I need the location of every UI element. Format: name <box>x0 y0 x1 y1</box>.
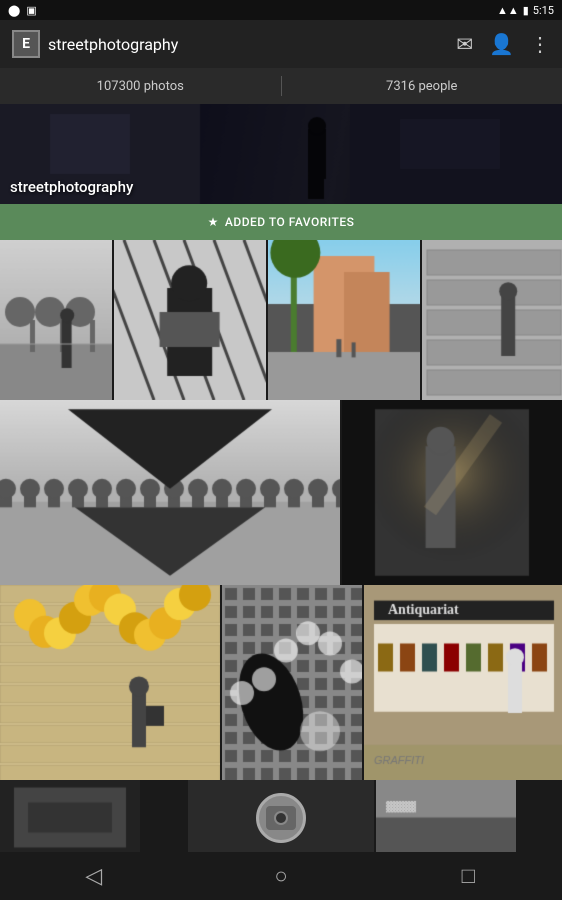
status-right: ▲▲ ▮ 5:15 <box>497 4 554 17</box>
thumb-strip[interactable] <box>0 780 562 855</box>
bottom-nav: ◁ ○ □ <box>0 852 562 900</box>
people-stat: 7316 people <box>282 79 562 94</box>
grid-row-2 <box>0 400 562 585</box>
star-icon: ★ <box>208 215 219 229</box>
photo-r3c3[interactable] <box>364 585 562 780</box>
photo-r3c1[interactable] <box>0 585 220 780</box>
hero-title: streetphotography <box>10 178 133 196</box>
photo-canvas-r3c1 <box>0 585 220 780</box>
time: 5:15 <box>533 4 554 17</box>
thumb-canvas-3 <box>376 780 516 855</box>
thumb-3[interactable] <box>376 780 562 855</box>
thumb-canvas-1 <box>0 780 140 855</box>
photo-canvas-r1c3 <box>268 240 420 400</box>
back-button[interactable]: ◁ <box>64 852 124 900</box>
photo-r1c3[interactable] <box>268 240 420 400</box>
battery-icon: ▮ <box>523 4 529 17</box>
photo-r1c1[interactable] <box>0 240 112 400</box>
photo-r3c2[interactable] <box>222 585 362 780</box>
grid-row-3 <box>0 585 562 780</box>
photo-r2c2[interactable] <box>342 400 562 585</box>
app-bar: E streetphotography ✉ 👤 ⋮ <box>0 20 562 68</box>
people-count: 7316 people <box>386 79 457 94</box>
mail-icon[interactable]: ✉ <box>456 32 473 56</box>
photo-r2c1[interactable] <box>0 400 340 585</box>
grid-row-1 <box>0 240 562 400</box>
camera-lens <box>274 811 288 825</box>
photo-r1c4[interactable] <box>422 240 562 400</box>
app-logo[interactable]: E <box>12 30 40 58</box>
status-left: ⬤ ▣ <box>8 4 37 17</box>
photos-count: 107300 photos <box>97 79 184 94</box>
thumb-1[interactable] <box>0 780 186 855</box>
hero-overlay: streetphotography <box>0 169 562 204</box>
photo-canvas-r1c2 <box>114 240 266 400</box>
status-bar: ⬤ ▣ ▲▲ ▮ 5:15 <box>0 0 562 20</box>
content-scroll[interactable]: streetphotography ★ ADDED TO FAVORITES <box>0 104 562 900</box>
stats-bar: 107300 photos 7316 people <box>0 68 562 104</box>
hero-section: streetphotography <box>0 104 562 204</box>
photo-canvas-r3c2 <box>222 585 362 780</box>
photo-canvas-r1c1 <box>0 240 112 400</box>
camera-icon <box>266 806 296 830</box>
wifi-icon: ▲▲ <box>497 4 519 17</box>
photo-canvas-r2c2 <box>342 400 562 585</box>
camera-button[interactable] <box>256 793 306 843</box>
thumb-2[interactable] <box>188 780 374 855</box>
home-button[interactable]: ○ <box>251 852 311 900</box>
photo-r1c2[interactable] <box>114 240 266 400</box>
notification-icon: ⬤ <box>8 4 20 17</box>
photo-canvas-r2c1 <box>0 400 340 585</box>
screenshot-icon: ▣ <box>26 4 36 17</box>
favorites-button[interactable]: ★ ADDED TO FAVORITES <box>0 204 562 240</box>
photos-stat: 107300 photos <box>0 79 281 94</box>
app-bar-actions: ✉ 👤 ⋮ <box>456 32 550 56</box>
photo-canvas-r3c3 <box>364 585 562 780</box>
app-title: streetphotography <box>48 35 448 54</box>
person-add-icon[interactable]: 👤 <box>489 32 514 56</box>
favorites-label: ADDED TO FAVORITES <box>225 215 354 229</box>
recents-button[interactable]: □ <box>438 852 498 900</box>
more-icon[interactable]: ⋮ <box>530 32 550 56</box>
photo-canvas-r1c4 <box>422 240 562 400</box>
